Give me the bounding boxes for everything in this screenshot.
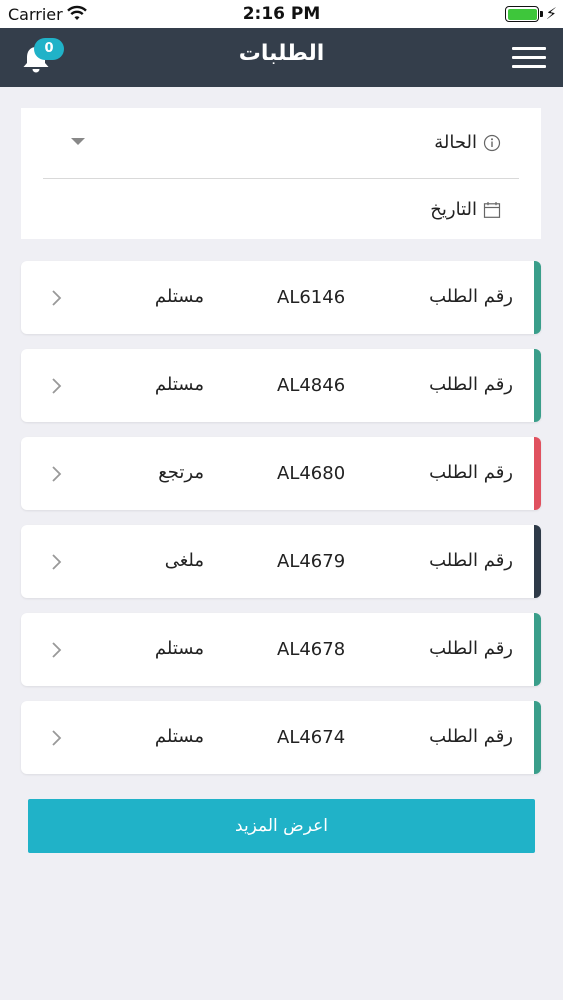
chevron-right-icon[interactable] [49,377,63,395]
battery-cap [540,11,543,17]
status-color-stripe [534,525,541,598]
chevron-right-icon[interactable] [49,289,63,307]
order-card[interactable]: رقم الطلب AL4678 مستلم [21,613,541,686]
order-status: مستلم [154,726,204,747]
order-number-label: رقم الطلب [429,374,513,395]
page-title: الطلبات [238,41,325,66]
chevron-right-icon[interactable] [49,465,63,483]
order-status: ملغى [164,550,204,571]
calendar-icon [483,202,501,218]
order-number: AL4678 [277,639,346,660]
order-status: مرتجع [158,462,204,483]
chevron-right-icon[interactable] [49,553,63,571]
order-number: AL4674 [277,727,346,748]
order-card[interactable]: رقم الطلب AL4674 مستلم [21,701,541,774]
chevron-right-icon[interactable] [49,641,63,659]
order-number-label: رقم الطلب [429,726,513,747]
order-number: AL4846 [277,375,346,396]
filter-card: الحالة التاريخ [21,108,541,239]
show-more-button[interactable]: اعرض المزيد [28,799,535,853]
order-number: AL6146 [277,287,346,308]
status-color-stripe [534,701,541,774]
date-filter[interactable]: التاريخ [21,108,541,239]
status-bar: Carrier 2:16 PM ⚡ [0,0,563,28]
battery-icon [505,6,539,22]
nav-bar: 0 الطلبات [0,28,563,87]
status-color-stripe [534,613,541,686]
order-number: AL4679 [277,551,346,572]
order-status: مستلم [154,286,204,307]
order-number-label: رقم الطلب [429,550,513,571]
order-number-label: رقم الطلب [429,462,513,483]
clock: 2:16 PM [242,4,321,24]
chevron-right-icon[interactable] [49,729,63,747]
charging-bolt-icon: ⚡ [545,4,557,23]
status-color-stripe [534,261,541,334]
order-card[interactable]: رقم الطلب AL4680 مرتجع [21,437,541,510]
order-card[interactable]: رقم الطلب AL4679 ملغى [21,525,541,598]
order-status: مستلم [154,638,204,659]
order-card[interactable]: رقم الطلب AL6146 مستلم [21,261,541,334]
order-card[interactable]: رقم الطلب AL4846 مستلم [21,349,541,422]
date-filter-label: التاريخ [430,199,477,220]
order-number-label: رقم الطلب [429,286,513,307]
order-number: AL4680 [277,463,346,484]
status-color-stripe [534,437,541,510]
order-number-label: رقم الطلب [429,638,513,659]
hamburger-menu-icon[interactable] [512,46,546,70]
order-status: مستلم [154,374,204,395]
status-color-stripe [534,349,541,422]
